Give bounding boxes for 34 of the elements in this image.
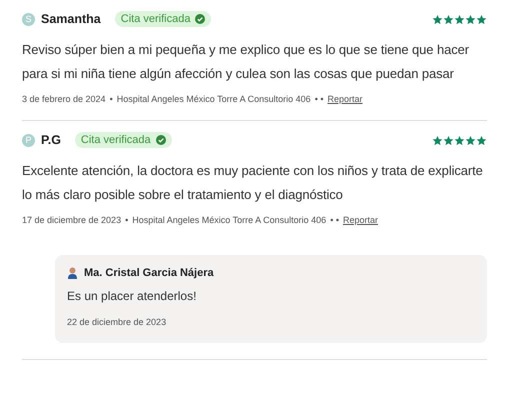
avatar-initial: P — [22, 134, 35, 146]
review-date: 3 de febrero de 2024 — [22, 94, 106, 104]
reply-author: Ma. Cristal Garcia Nájera — [84, 267, 214, 279]
author-name: Samantha — [41, 12, 101, 26]
star-icon — [476, 14, 487, 24]
author-name: P.G — [41, 133, 61, 147]
star-icon — [432, 134, 443, 146]
bullet: • — [110, 94, 113, 104]
verified-badge: Cita verificada — [114, 11, 212, 27]
reply-date: 22 de diciembre de 2023 — [67, 317, 166, 327]
star-icon — [443, 14, 454, 24]
star-icon — [465, 134, 476, 146]
reply-text: Es un placer atenderlos! — [67, 289, 198, 303]
clinic-location: Hospital Angeles México Torre A Consultorio 406 — [132, 215, 326, 225]
check-icon — [195, 14, 206, 24]
review-text: Excelente atención, la doctora es muy paciente con los niños y trata de explicarte lo más claro posible sobre el tratamiento y el diagnóstico — [22, 162, 484, 204]
review-date: 17 de diciembre de 2023 — [22, 215, 122, 225]
report-link[interactable]: Reportar — [328, 94, 363, 104]
star-icon — [476, 134, 487, 146]
bullet: • — [125, 215, 128, 225]
report-link[interactable]: Reportar — [343, 215, 378, 225]
bullets: • • — [314, 94, 324, 104]
verified-badge: Cita verificada — [74, 132, 172, 148]
avatar-initial: S — [22, 12, 35, 26]
star-icon — [432, 14, 443, 24]
person-icon — [67, 267, 78, 279]
star-icon — [454, 14, 465, 24]
review-text: Reviso súper bien a mi pequeña y me explico que es lo que se tiene que hacer para si mi niña tiene algún afección y culea son las cosas que puedan pasar — [22, 41, 470, 83]
check-icon — [156, 135, 166, 145]
star-icon — [454, 134, 465, 146]
clinic-location: Hospital Angeles México Torre A Consultorio 406 — [116, 94, 311, 104]
star-icon — [443, 134, 454, 146]
bullets: • • — [330, 215, 339, 225]
star-icon — [465, 14, 476, 24]
